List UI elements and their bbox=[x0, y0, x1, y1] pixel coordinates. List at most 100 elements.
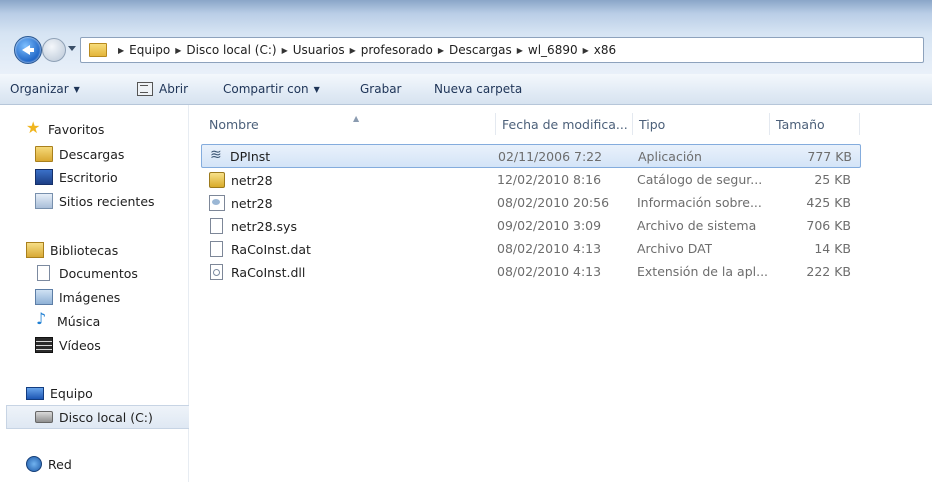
nav-label: Sitios recientes bbox=[59, 193, 155, 209]
breadcrumb-disco-local[interactable]: ▶ Disco local (C:) bbox=[170, 43, 276, 57]
forward-button[interactable] bbox=[42, 38, 66, 62]
downloads-folder-icon bbox=[35, 146, 53, 162]
address-field[interactable]: ▶ Equipo ▶ Disco local (C:) ▶ Usuarios ▶ pro… bbox=[80, 37, 924, 63]
recent-places-icon bbox=[35, 193, 53, 209]
breadcrumb-label[interactable]: Usuarios bbox=[293, 43, 345, 57]
chevron-down-icon: ▼ bbox=[313, 84, 320, 94]
file-name-cell: DPInst bbox=[210, 149, 270, 164]
breadcrumb-label[interactable]: Equipo bbox=[129, 43, 170, 57]
dat-file-icon bbox=[210, 241, 223, 257]
nav-libraries[interactable]: Bibliotecas bbox=[0, 239, 212, 261]
open-button[interactable]: Abrir bbox=[137, 82, 188, 96]
table-row[interactable]: RaCoInst.dll 08/02/2010 4:13 Extensión d… bbox=[201, 260, 859, 282]
nav-label: Bibliotecas bbox=[50, 242, 119, 258]
column-header-type[interactable]: Tipo bbox=[633, 113, 770, 135]
address-bar-area: ▶ Equipo ▶ Disco local (C:) ▶ Usuarios ▶ pro… bbox=[0, 0, 932, 74]
nav-local-disk[interactable]: Disco local (C:) bbox=[6, 405, 214, 429]
table-row[interactable]: RaCoInst.dat 08/02/2010 4:13 Archivo DAT… bbox=[201, 237, 859, 259]
nav-downloads[interactable]: Descargas bbox=[0, 143, 221, 165]
nav-videos[interactable]: Vídeos bbox=[0, 334, 221, 356]
chevron-right-icon[interactable]: ▶ bbox=[517, 46, 523, 55]
organize-button[interactable]: Organizar ▼ bbox=[10, 82, 80, 96]
chevron-right-icon[interactable]: ▶ bbox=[350, 46, 356, 55]
open-icon bbox=[137, 82, 153, 96]
star-icon bbox=[26, 118, 42, 137]
chevron-right-icon[interactable]: ▶ bbox=[282, 46, 288, 55]
network-icon bbox=[26, 456, 42, 472]
share-button[interactable]: Compartir con ▼ bbox=[223, 82, 320, 96]
breadcrumb-label[interactable]: profesorado bbox=[361, 43, 433, 57]
breadcrumb-wl6890[interactable]: ▶ wl_6890 bbox=[512, 43, 578, 57]
file-name-cell: RaCoInst.dat bbox=[209, 241, 311, 257]
application-icon bbox=[210, 149, 224, 164]
breadcrumb-label[interactable]: wl_6890 bbox=[528, 43, 578, 57]
file-name-cell: netr28 bbox=[209, 195, 273, 211]
file-list: Nombre ▲ Fecha de modifica... Tipo Tamañ… bbox=[189, 105, 932, 482]
chevron-right-icon[interactable]: ▶ bbox=[175, 46, 181, 55]
file-name: RaCoInst.dll bbox=[231, 264, 306, 280]
file-date: 08/02/2010 20:56 bbox=[497, 195, 610, 210]
breadcrumb-label[interactable]: x86 bbox=[594, 43, 616, 57]
new-folder-button[interactable]: Nueva carpeta bbox=[434, 82, 522, 96]
folder-icon bbox=[89, 43, 107, 57]
sort-ascending-icon: ▲ bbox=[353, 114, 360, 123]
breadcrumb-equipo[interactable]: ▶ Equipo bbox=[113, 43, 170, 57]
dll-file-icon bbox=[210, 264, 223, 280]
organize-label: Organizar bbox=[10, 82, 69, 96]
breadcrumb-profesorado[interactable]: ▶ profesorado bbox=[345, 43, 433, 57]
file-type: Archivo DAT bbox=[637, 241, 713, 256]
nav-favorites[interactable]: Favoritos bbox=[0, 118, 212, 140]
nav-label: Descargas bbox=[59, 146, 125, 162]
breadcrumb-x86[interactable]: ▶ x86 bbox=[578, 43, 617, 57]
nav-recent-places[interactable]: Sitios recientes bbox=[0, 190, 221, 212]
chevron-down-icon: ▼ bbox=[73, 84, 80, 94]
file-size: 777 KB bbox=[807, 149, 852, 164]
file-type: Aplicación bbox=[638, 149, 702, 164]
nav-label: Documentos bbox=[59, 265, 138, 281]
breadcrumb-label[interactable]: Disco local (C:) bbox=[186, 43, 276, 57]
nav-music[interactable]: Música bbox=[0, 309, 221, 332]
chevron-right-icon[interactable]: ▶ bbox=[438, 46, 444, 55]
chevron-right-icon[interactable]: ▶ bbox=[118, 46, 124, 55]
nav-label: Vídeos bbox=[59, 337, 101, 353]
recent-pages-dropdown[interactable] bbox=[68, 46, 76, 51]
nav-label: Disco local (C:) bbox=[59, 409, 153, 425]
table-row[interactable]: netr28.sys 09/02/2010 3:09 Archivo de si… bbox=[201, 214, 859, 236]
file-size: 25 KB bbox=[814, 172, 851, 187]
file-date: 02/11/2006 7:22 bbox=[498, 149, 603, 164]
back-button[interactable] bbox=[14, 36, 42, 64]
share-label: Compartir con bbox=[223, 82, 309, 96]
nav-network[interactable]: Red bbox=[0, 453, 212, 475]
nav-label: Música bbox=[57, 313, 101, 329]
nav-label: Favoritos bbox=[48, 121, 105, 137]
system-file-icon bbox=[210, 218, 223, 234]
file-name-cell: netr28 bbox=[209, 172, 273, 188]
file-size: 14 KB bbox=[814, 241, 851, 256]
security-catalog-icon bbox=[209, 172, 225, 188]
breadcrumb-descargas[interactable]: ▶ Descargas bbox=[433, 43, 512, 57]
column-header-name[interactable]: Nombre ▲ bbox=[203, 113, 496, 135]
file-name: netr28.sys bbox=[231, 218, 297, 234]
nav-label: Imágenes bbox=[59, 289, 121, 305]
file-type: Catálogo de segur... bbox=[637, 172, 763, 187]
table-row[interactable]: DPInst 02/11/2006 7:22 Aplicación 777 KB bbox=[201, 144, 861, 168]
breadcrumb-label[interactable]: Descargas bbox=[449, 43, 512, 57]
burn-button[interactable]: Grabar bbox=[360, 82, 402, 96]
file-date: 08/02/2010 4:13 bbox=[497, 241, 602, 256]
nav-desktop[interactable]: Escritorio bbox=[0, 166, 221, 188]
chevron-right-icon[interactable]: ▶ bbox=[583, 46, 589, 55]
column-header-date[interactable]: Fecha de modifica... bbox=[496, 113, 633, 135]
nav-computer[interactable]: Equipo bbox=[0, 382, 212, 404]
nav-images[interactable]: Imágenes bbox=[0, 286, 221, 308]
file-name: netr28 bbox=[231, 172, 273, 188]
column-label: Tipo bbox=[639, 116, 666, 132]
table-row[interactable]: netr28 08/02/2010 20:56 Información sobr… bbox=[201, 191, 859, 213]
column-label: Tamaño bbox=[776, 116, 825, 132]
column-header-size[interactable]: Tamaño bbox=[770, 113, 860, 135]
navigation-pane: Favoritos Descargas Escritorio Sitios re… bbox=[0, 105, 214, 482]
music-icon bbox=[35, 309, 51, 328]
nav-documents[interactable]: Documentos bbox=[0, 262, 221, 284]
breadcrumb-usuarios[interactable]: ▶ Usuarios bbox=[277, 43, 345, 57]
table-row[interactable]: netr28 12/02/2010 8:16 Catálogo de segur… bbox=[201, 168, 859, 190]
file-date: 09/02/2010 3:09 bbox=[497, 218, 602, 233]
